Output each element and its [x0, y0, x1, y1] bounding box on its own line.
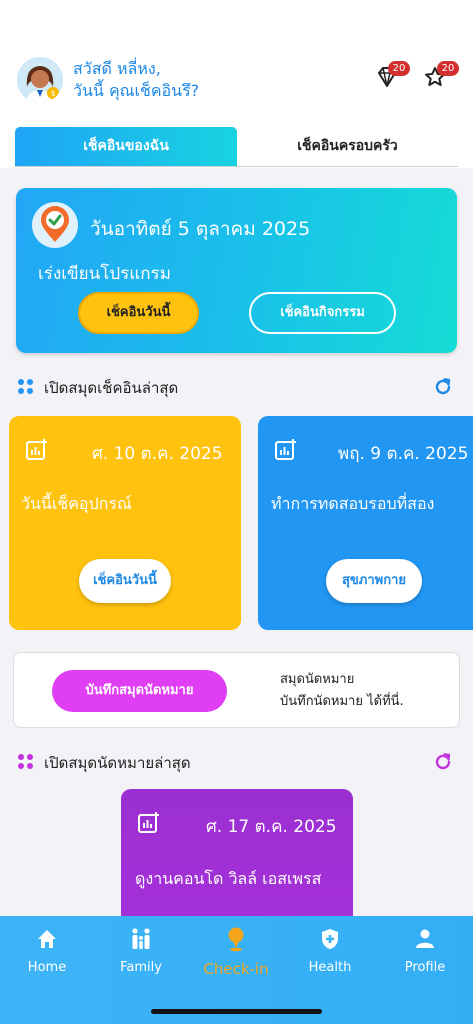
svg-text:$: $	[50, 89, 55, 98]
card-date: ศ. 10 ต.ค. 2025	[92, 444, 223, 464]
latest-appointment-title: เปิดสมุดนัดหมายล่าสุด	[44, 754, 191, 772]
home-icon	[35, 926, 59, 952]
diamond-badge: 20	[388, 61, 410, 76]
bottom-nav: Home Family Check-in Health Profile	[0, 916, 473, 1024]
appointment-card: บันทึกสมุดนัดหมาย สมุดนัดหมาย บันทึกนัดห…	[13, 652, 460, 728]
grid-dots-icon	[18, 754, 34, 770]
card-text: วันนี้เช็คอุปกรณ์	[21, 494, 132, 513]
nav-family[interactable]: Family	[101, 926, 181, 975]
grid-dots-icon	[18, 379, 34, 395]
card-text: ทำการทดสอบรอบที่สอง	[271, 494, 435, 513]
nav-home[interactable]: Home	[7, 926, 87, 975]
home-indicator	[151, 1009, 322, 1014]
checkin-card-2[interactable]: พฤ. 9 ต.ค. 2025 ทำการทดสอบรอบที่สอง สุขภ…	[258, 416, 473, 630]
card-physical-health-button[interactable]: สุขภาพกาย	[326, 559, 422, 603]
nav-profile-label: Profile	[404, 960, 446, 975]
report-icon	[25, 438, 49, 462]
refresh-checkin-icon[interactable]	[432, 376, 454, 398]
card-checkin-today-button[interactable]: เช็คอินวันนี้	[79, 559, 171, 603]
record-appointment-button[interactable]: บันทึกสมุดนัดหมาย	[52, 670, 227, 712]
card-text: ดูงานคอนโด วิลล์ เอสเพรส	[135, 869, 322, 888]
greeting: สวัสดี หลี่หง, วันนี้ คุณเช็คอินรึ?	[73, 58, 199, 102]
nav-health-label: Health	[308, 960, 352, 975]
checkin-today-button[interactable]: เช็คอินวันนี้	[78, 292, 199, 334]
appointment-card-1[interactable]: ศ. 17 ต.ค. 2025 ดูงานคอนโด วิลล์ เอสเพรส	[121, 789, 353, 916]
hero-date: วันอาทิตย์ 5 ตุลาคม 2025	[90, 218, 311, 240]
main-content: วันอาทิตย์ 5 ตุลาคม 2025 เร่งเขียนโปรแกร…	[0, 168, 473, 916]
card-date: พฤ. 9 ต.ค. 2025	[338, 444, 469, 464]
latest-checkin-title: เปิดสมุดเช็คอินล่าสุด	[44, 379, 179, 397]
nav-home-label: Home	[27, 960, 67, 975]
report-icon	[274, 438, 298, 462]
user-avatar[interactable]: $	[17, 57, 63, 103]
star-badge: 20	[437, 61, 459, 76]
checkin-card-1[interactable]: ศ. 10 ต.ค. 2025 วันนี้เช็คอุปกรณ์ เช็คอิ…	[9, 416, 241, 630]
latest-checkin-header: เปิดสมุดเช็คอินล่าสุด	[18, 376, 178, 400]
today-checkin-card: วันอาทิตย์ 5 ตุลาคม 2025 เร่งเขียนโปรแกร…	[16, 188, 457, 353]
location-pin-icon	[32, 202, 78, 248]
tab-my-checkin[interactable]: เช็คอินของฉัน	[15, 127, 237, 166]
appointment-line-1: สมุดนัดหมาย	[280, 672, 355, 687]
latest-appointment-header: เปิดสมุดนัดหมายล่าสุด	[18, 751, 191, 775]
greeting-line-1: สวัสดี หลี่หง,	[73, 59, 161, 78]
greeting-line-2: วันนี้ คุณเช็คอินรึ?	[73, 81, 200, 100]
checkin-tabs: เช็คอินของฉัน เช็คอินครอบครัว	[15, 127, 458, 167]
appointment-description: สมุดนัดหมาย บันทึกนัดหมาย ได้ที่นี่.	[280, 669, 404, 713]
nav-checkin-label: Check-in	[203, 960, 269, 978]
appointment-line-2: บันทึกนัดหมาย ได้ที่นี่.	[280, 694, 404, 709]
tab-family-checkin[interactable]: เช็คอินครอบครัว	[237, 127, 458, 166]
card-date: ศ. 17 ต.ค. 2025	[206, 817, 337, 837]
checkin-pin-icon	[224, 926, 248, 952]
nav-profile[interactable]: Profile	[385, 926, 465, 975]
health-shield-icon	[318, 926, 342, 952]
report-icon	[137, 811, 161, 835]
nav-health[interactable]: Health	[290, 926, 370, 975]
checkin-activity-button[interactable]: เช็คอินกิจกรรม	[249, 292, 396, 334]
refresh-appointment-icon[interactable]	[432, 751, 454, 773]
hero-subtitle: เร่งเขียนโปรแกรม	[38, 264, 171, 284]
profile-icon	[413, 926, 437, 952]
family-icon	[129, 926, 153, 952]
app-header: $ สวัสดี หลี่หง, วันนี้ คุณเช็คอินรึ? 20…	[0, 0, 473, 120]
nav-checkin[interactable]: Check-in	[196, 926, 276, 978]
nav-family-label: Family	[120, 960, 162, 975]
